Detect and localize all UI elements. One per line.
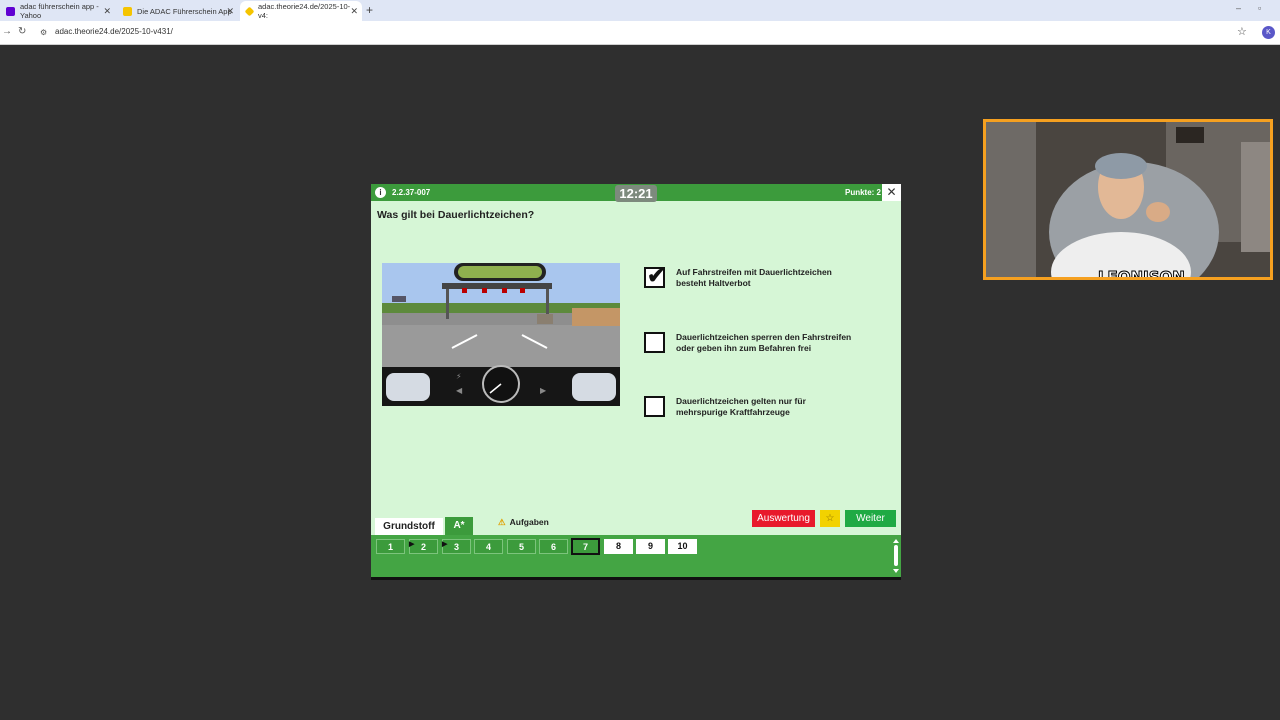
favorite-star-button[interactable]: ☆	[820, 510, 840, 527]
forward-arrow-icon[interactable]: →	[2, 26, 12, 37]
tab-class-a[interactable]: A*	[445, 517, 473, 535]
answer-checkbox-checked[interactable]: ✔	[644, 263, 665, 288]
question-number-button[interactable]: 5	[507, 539, 536, 554]
question-text: Was gilt bei Dauerlichtzeichen?	[377, 209, 535, 221]
answer-option-1[interactable]: ✔ Auf Fahrstreifen mit Dauerlichtzeichen…	[644, 263, 864, 295]
quiz-dialog: i 2.2.37-007 Punkte: 2 ✕ 12:21 Was gilt …	[371, 184, 901, 580]
profile-avatar[interactable]: K	[1262, 26, 1275, 39]
tasks-label: Aufgaben	[509, 517, 549, 527]
bookmark-star-icon[interactable]: ☆	[1237, 25, 1247, 38]
info-icon[interactable]: i	[375, 187, 386, 198]
webcam-overlay-text: LEONISON	[1098, 268, 1185, 277]
answer-checkbox[interactable]	[644, 332, 665, 353]
question-number: 7	[582, 542, 588, 552]
adac-favicon-icon	[123, 6, 132, 16]
minimize-window-icon[interactable]: –	[1236, 3, 1241, 13]
flag-icon: ▶	[409, 541, 415, 548]
question-image[interactable]: ⚡ ◀ ▶	[382, 263, 620, 406]
question-id: 2.2.37-007	[392, 188, 431, 197]
url-field[interactable]: adac.theorie24.de/2025-10-v431/	[55, 27, 173, 36]
checkmark-icon: ✔	[647, 263, 666, 288]
address-bar-row: → ↻ ⚙ adac.theorie24.de/2025-10-v431/ ☆ …	[0, 21, 1280, 45]
browser-tab-theorie24[interactable]: adac.theorie24.de/2025-10-v4: ✕	[240, 1, 362, 21]
navigator-scrollbar[interactable]	[893, 539, 899, 573]
webcam-overlay: LEONISON	[983, 119, 1273, 280]
flag-icon: ▶	[442, 541, 448, 548]
close-tab-icon[interactable]: ✕	[350, 6, 358, 17]
tab-title: adac.theorie24.de/2025-10-v4:	[258, 2, 351, 20]
question-number: 5	[518, 542, 524, 552]
close-tab-icon[interactable]: ✕	[226, 6, 234, 17]
tab-title: adac führerschein app - Yahoo	[20, 2, 99, 20]
question-navigator: 1 ▶ 2 ▶ 3 4 5 6 7 8 9 10	[371, 535, 901, 577]
dialog-bottom-border	[371, 577, 901, 580]
warning-icon: ⚠	[498, 517, 506, 527]
browser-tab-bar: adac führerschein app - Yahoo ✕ Die ADAC…	[0, 0, 1280, 21]
answer-option-2[interactable]: Dauerlichtzeichen sperren den Fahrstreif…	[644, 332, 864, 366]
yahoo-favicon-icon	[6, 6, 15, 16]
question-number: 9	[647, 541, 653, 551]
restore-window-icon[interactable]: ▫	[1258, 3, 1261, 13]
question-number-button-current[interactable]: 7	[571, 538, 600, 555]
browser-tab-yahoo[interactable]: adac führerschein app - Yahoo ✕	[0, 1, 115, 21]
svg-text:⚡: ⚡	[456, 372, 462, 381]
reload-icon[interactable]: ↻	[18, 26, 26, 37]
question-number-button[interactable]: ▶ 3	[442, 539, 471, 554]
tasks-link[interactable]: ⚠ Aufgaben	[498, 517, 549, 528]
question-number-button[interactable]: 1	[376, 539, 405, 554]
answer-text: Auf Fahrstreifen mit Dauerlichtzeichen b…	[676, 267, 832, 288]
svg-text:▶: ▶	[540, 386, 547, 395]
answer-text: Dauerlichtzeichen sperren den Fahrstreif…	[676, 332, 852, 353]
timer: 12:21	[615, 185, 657, 202]
question-number-button[interactable]: 6	[539, 539, 568, 554]
question-number-button[interactable]: 10	[668, 539, 697, 554]
next-button[interactable]: Weiter	[845, 510, 896, 527]
tab-title: Die ADAC Führerschein App	[137, 6, 232, 16]
answer-option-3[interactable]: Dauerlichtzeichen gelten nur für mehrspu…	[644, 396, 864, 424]
question-number-button[interactable]: 4	[474, 539, 503, 554]
new-tab-plus-icon[interactable]: +	[366, 3, 373, 17]
question-number: 8	[615, 541, 621, 551]
question-number: 3	[453, 542, 459, 552]
site-settings-icon[interactable]: ⚙	[40, 28, 47, 37]
points-label: Punkte: 2	[845, 188, 882, 197]
question-number: 1	[387, 542, 393, 552]
theorie24-favicon-icon	[244, 6, 255, 16]
close-dialog-icon[interactable]: ✕	[882, 184, 901, 201]
svg-text:◀: ◀	[456, 386, 463, 395]
question-number-button[interactable]: ▶ 2	[409, 539, 438, 554]
evaluate-button[interactable]: Auswertung	[752, 510, 815, 527]
browser-tab-adac-app[interactable]: Die ADAC Führerschein App ✕	[117, 1, 238, 21]
question-number: 6	[550, 542, 556, 552]
question-number: 10	[677, 541, 688, 551]
answer-text: Dauerlichtzeichen gelten nur für mehrspu…	[676, 396, 806, 417]
tab-grundstoff[interactable]: Grundstoff	[375, 518, 443, 535]
question-number-button[interactable]: 9	[636, 539, 665, 554]
question-number-button[interactable]: 8	[604, 539, 633, 554]
answer-checkbox[interactable]	[644, 396, 665, 417]
question-number: 4	[485, 542, 491, 552]
close-tab-icon[interactable]: ✕	[103, 6, 111, 17]
question-number: 2	[420, 542, 426, 552]
